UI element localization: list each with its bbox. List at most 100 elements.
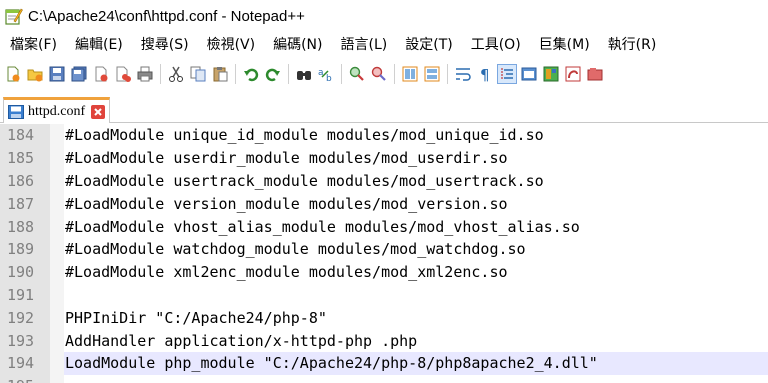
close-icon[interactable] bbox=[92, 65, 110, 83]
replace-icon[interactable]: ab bbox=[317, 65, 335, 83]
folder-workspace-icon[interactable] bbox=[564, 65, 582, 83]
indent-guide-icon[interactable] bbox=[497, 64, 517, 84]
code-text[interactable]: #LoadModule version_module modules/mod_v… bbox=[64, 195, 508, 213]
code-text[interactable]: LoadModule php_module "C:/Apache24/php-8… bbox=[64, 354, 598, 372]
fold-margin bbox=[50, 124, 64, 147]
record-macro-icon[interactable] bbox=[586, 65, 604, 83]
toolbar-separator bbox=[288, 64, 289, 84]
menu-settings[interactable]: 設定(T) bbox=[395, 34, 460, 54]
svg-text:¶: ¶ bbox=[480, 66, 490, 82]
new-file-icon[interactable] bbox=[4, 65, 22, 83]
window-title: C:\Apache24\conf\httpd.conf - Notepad++ bbox=[28, 7, 305, 25]
fold-margin bbox=[50, 351, 64, 375]
code-text[interactable]: #LoadModule userdir_module modules/mod_u… bbox=[64, 149, 508, 167]
undo-icon[interactable] bbox=[242, 65, 260, 83]
copy-icon[interactable] bbox=[189, 65, 207, 83]
svg-text:b: b bbox=[326, 74, 332, 82]
line-number: 185 bbox=[0, 146, 50, 170]
toolbar: ab ¶ bbox=[0, 57, 768, 91]
code-text[interactable]: #LoadModule usertrack_module modules/mod… bbox=[64, 172, 544, 190]
title-bar: C:\Apache24\conf\httpd.conf - Notepad++ bbox=[0, 0, 768, 32]
toolbar-separator bbox=[341, 64, 342, 84]
zoom-out-icon[interactable] bbox=[370, 65, 388, 83]
redo-icon[interactable] bbox=[264, 65, 282, 83]
sync-vertical-icon[interactable] bbox=[401, 65, 419, 83]
code-line[interactable]: 191 bbox=[0, 283, 768, 307]
code-text[interactable]: AddHandler application/x-httpd-php .php bbox=[64, 332, 417, 350]
menu-encoding[interactable]: 編碼(N) bbox=[263, 34, 330, 54]
tab-label: httpd.conf bbox=[28, 103, 86, 119]
toolbar-separator bbox=[160, 64, 161, 84]
menu-file[interactable]: 檔案(F) bbox=[0, 34, 65, 54]
function-list-icon[interactable] bbox=[520, 65, 538, 83]
code-line[interactable]: 193 AddHandler application/x-httpd-php .… bbox=[0, 329, 768, 352]
code-line[interactable]: 184 #LoadModule unique_id_module modules… bbox=[0, 124, 768, 147]
fold-margin bbox=[50, 146, 64, 170]
find-icon[interactable] bbox=[295, 65, 313, 83]
fold-margin bbox=[50, 283, 64, 307]
notepad-plus-plus-icon bbox=[5, 7, 23, 25]
menu-macro[interactable]: 巨集(M) bbox=[529, 34, 598, 54]
fold-margin bbox=[50, 192, 64, 216]
code-text[interactable]: #LoadModule vhost_alias_module modules/m… bbox=[64, 218, 580, 236]
line-number: 192 bbox=[0, 306, 50, 330]
code-line[interactable]: 190 #LoadModule xml2enc_module modules/m… bbox=[0, 260, 768, 284]
code-line[interactable]: 189 #LoadModule watchdog_module modules/… bbox=[0, 237, 768, 261]
tab-bar: httpd.conf bbox=[0, 95, 768, 123]
code-line[interactable]: 186 #LoadModule usertrack_module modules… bbox=[0, 169, 768, 193]
menu-language[interactable]: 語言(L) bbox=[331, 34, 396, 54]
line-number: 189 bbox=[0, 237, 50, 261]
word-wrap-icon[interactable] bbox=[454, 65, 472, 83]
current-code-line[interactable]: 194 LoadModule php_module "C:/Apache24/p… bbox=[0, 351, 768, 375]
saved-file-icon bbox=[8, 104, 24, 119]
doc-map-icon[interactable] bbox=[542, 65, 560, 83]
line-number: 194 bbox=[0, 351, 50, 375]
code-editor[interactable]: 184 #LoadModule unique_id_module modules… bbox=[0, 124, 768, 383]
fold-margin bbox=[50, 374, 64, 383]
line-number: 193 bbox=[0, 329, 50, 352]
menu-edit[interactable]: 編輯(E) bbox=[65, 34, 131, 54]
close-all-icon[interactable] bbox=[114, 65, 132, 83]
toolbar-separator bbox=[235, 64, 236, 84]
menu-tools[interactable]: 工具(O) bbox=[461, 34, 529, 54]
fold-margin bbox=[50, 215, 64, 238]
line-number: 186 bbox=[0, 169, 50, 193]
close-tab-icon[interactable] bbox=[91, 104, 106, 119]
sync-horizontal-icon[interactable] bbox=[423, 65, 441, 83]
show-all-chars-icon[interactable]: ¶ bbox=[476, 65, 494, 83]
print-icon[interactable] bbox=[136, 65, 154, 83]
save-all-icon[interactable] bbox=[70, 65, 88, 83]
fold-margin bbox=[50, 237, 64, 261]
code-line[interactable]: 185 #LoadModule userdir_module modules/m… bbox=[0, 146, 768, 170]
fold-margin bbox=[50, 329, 64, 352]
line-number: 188 bbox=[0, 215, 50, 238]
code-text[interactable]: #LoadModule watchdog_module modules/mod_… bbox=[64, 240, 526, 258]
menu-view[interactable]: 檢視(V) bbox=[197, 34, 264, 54]
open-file-icon[interactable] bbox=[26, 65, 44, 83]
tab-httpd-conf[interactable]: httpd.conf bbox=[3, 97, 111, 123]
toolbar-separator bbox=[394, 64, 395, 84]
line-number: 187 bbox=[0, 192, 50, 216]
line-number: 191 bbox=[0, 283, 50, 307]
fold-margin bbox=[50, 260, 64, 284]
fold-margin bbox=[50, 169, 64, 193]
zoom-in-icon[interactable] bbox=[348, 65, 366, 83]
paste-icon[interactable] bbox=[211, 65, 229, 83]
menu-search[interactable]: 搜尋(S) bbox=[131, 34, 197, 54]
line-number: 195 bbox=[0, 374, 50, 383]
toolbar-separator bbox=[447, 64, 448, 84]
line-number: 190 bbox=[0, 260, 50, 284]
menu-run[interactable]: 執行(R) bbox=[598, 34, 665, 54]
code-line[interactable]: 192 PHPIniDir "C:/Apache24/php-8" bbox=[0, 306, 768, 330]
save-icon[interactable] bbox=[48, 65, 66, 83]
code-text[interactable]: #LoadModule unique_id_module modules/mod… bbox=[64, 126, 544, 144]
code-text[interactable]: PHPIniDir "C:/Apache24/php-8" bbox=[64, 309, 327, 327]
menu-bar: 檔案(F) 編輯(E) 搜尋(S) 檢視(V) 編碼(N) 語言(L) 設定(T… bbox=[0, 33, 768, 55]
code-line[interactable]: 188 #LoadModule vhost_alias_module modul… bbox=[0, 215, 768, 238]
cut-icon[interactable] bbox=[167, 65, 185, 83]
code-line[interactable]: 187 #LoadModule version_module modules/m… bbox=[0, 192, 768, 216]
fold-margin bbox=[50, 306, 64, 330]
line-number: 184 bbox=[0, 124, 50, 147]
code-text[interactable]: #LoadModule xml2enc_module modules/mod_x… bbox=[64, 263, 508, 281]
code-line[interactable]: 195 bbox=[0, 374, 768, 383]
